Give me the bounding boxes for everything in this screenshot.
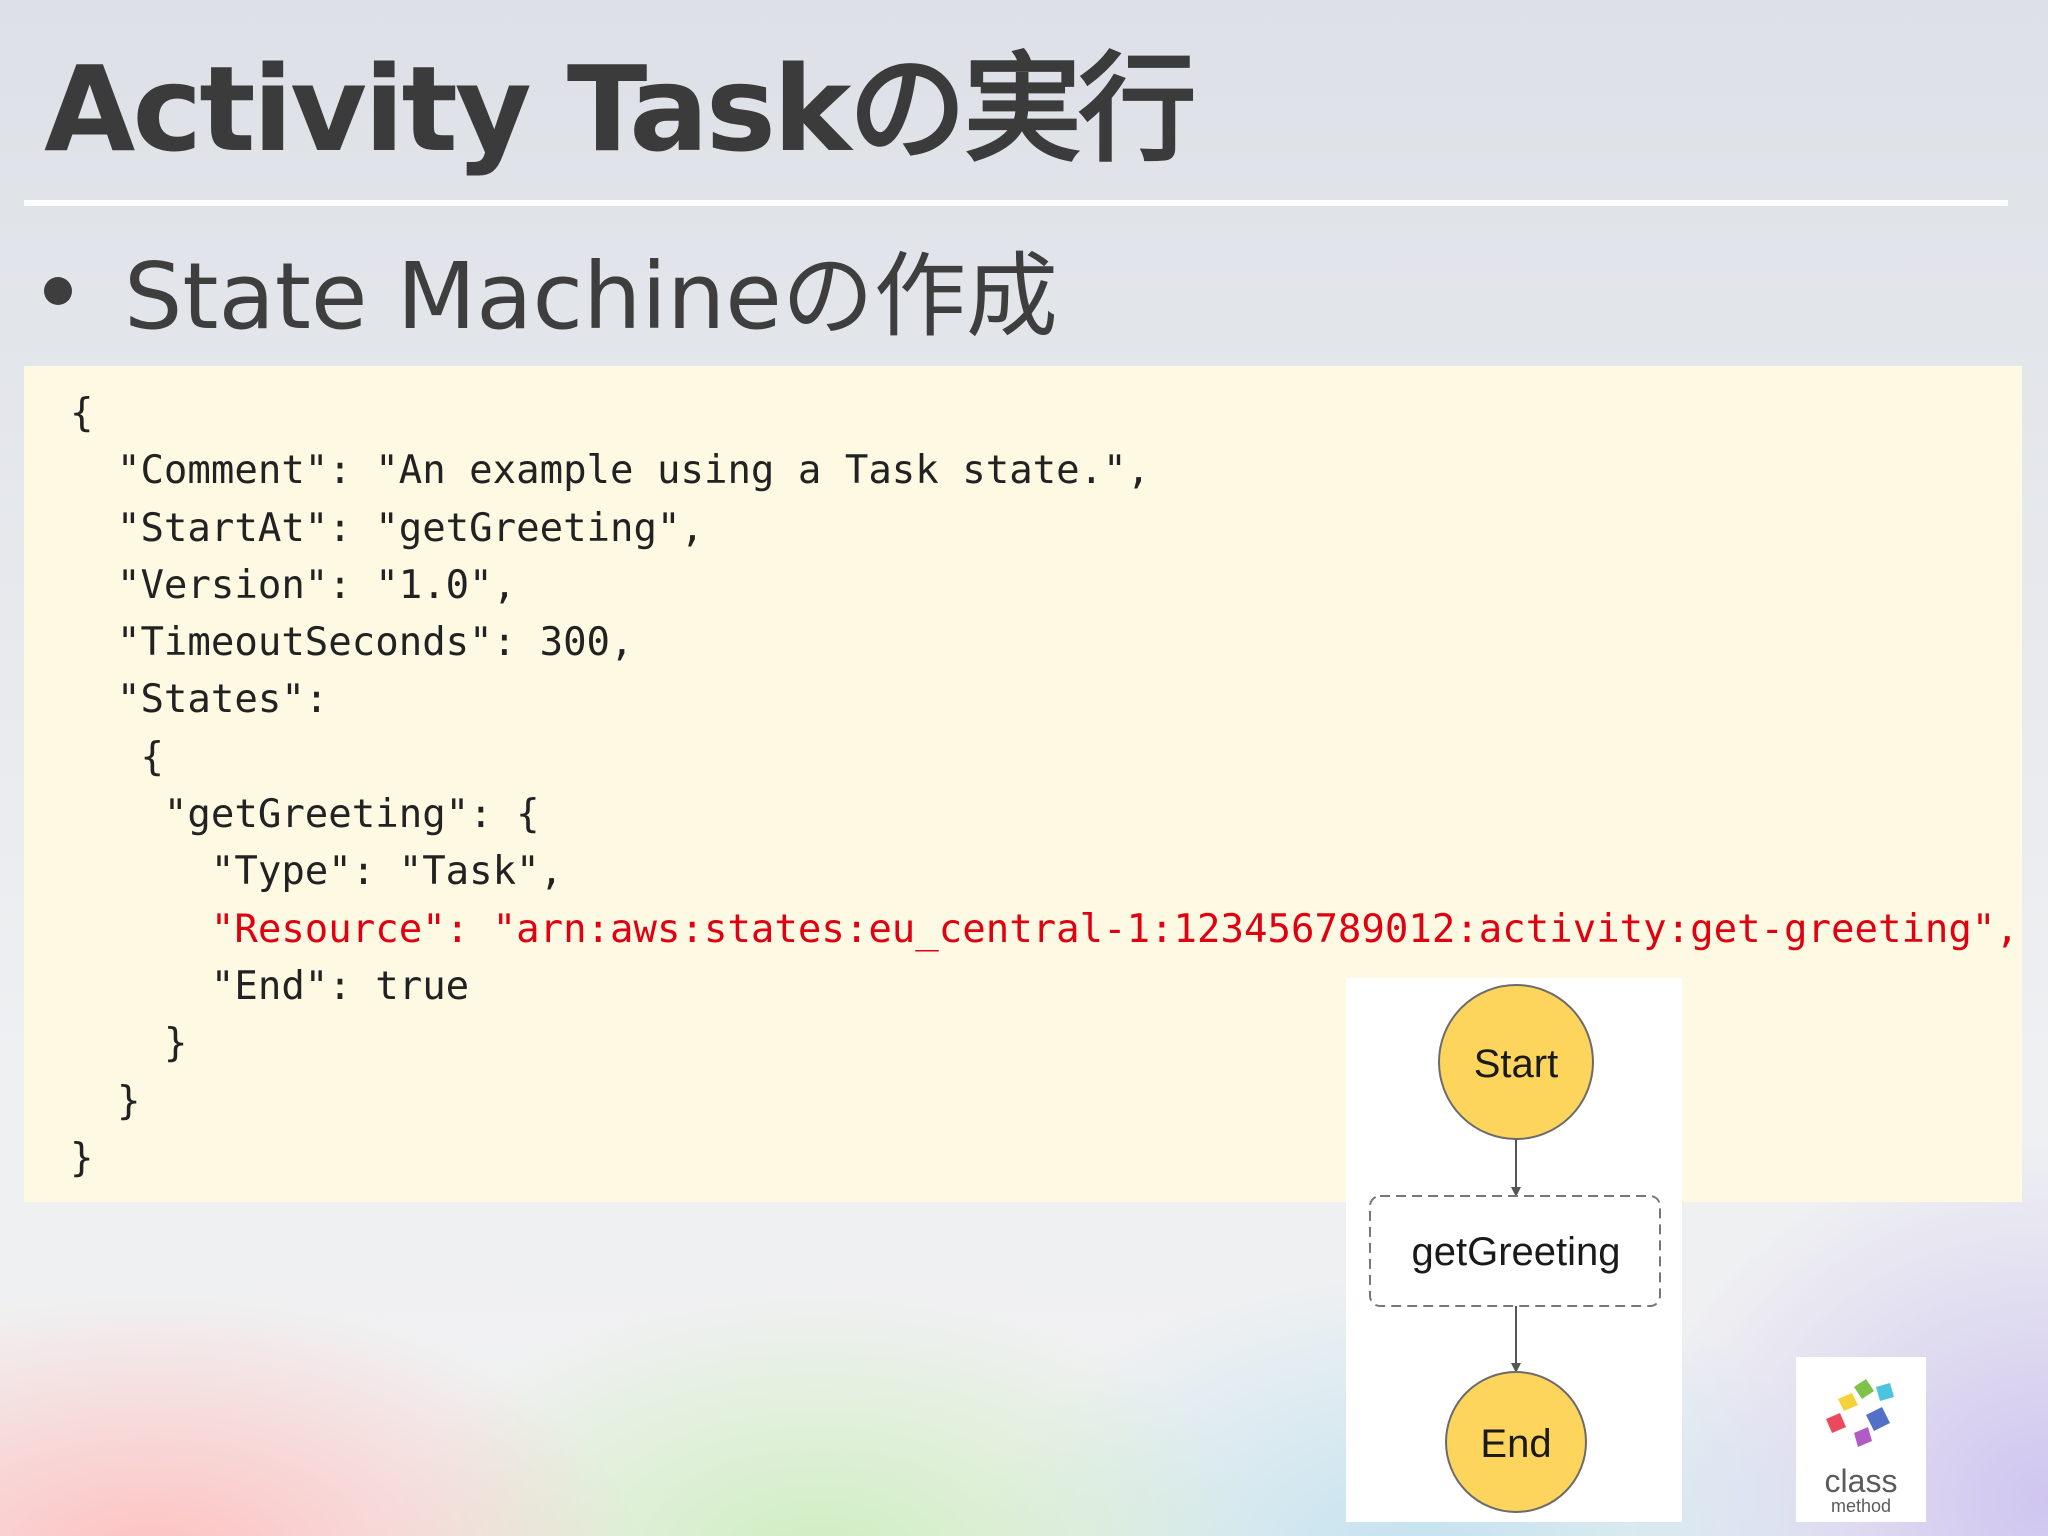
- state-machine-diagram: Start getGreeting End: [1346, 978, 1682, 1522]
- code-block: { "Comment": "An example using a Task st…: [24, 366, 2022, 1202]
- code-line: "TimeoutSeconds": 300,: [70, 620, 634, 666]
- code-line: }: [70, 1078, 141, 1124]
- code-line: "getGreeting": {: [70, 792, 540, 838]
- logo-mark-icon: [1826, 1379, 1894, 1447]
- start-node: Start: [1438, 984, 1594, 1140]
- code-line-highlighted: "Resource": "arn:aws:states:eu_central-1…: [70, 906, 2019, 952]
- end-node-label: End: [1480, 1422, 1551, 1466]
- task-node: getGreeting: [1369, 1195, 1661, 1307]
- code-line: }: [70, 1021, 188, 1067]
- code-line: {: [70, 734, 164, 780]
- classmethod-logo: class method: [1796, 1357, 1926, 1522]
- code-line: "Comment": "An example using a Task stat…: [70, 448, 1151, 494]
- code-line: "End": true: [70, 963, 470, 1009]
- logo-text-method: method: [1830, 1496, 1892, 1516]
- task-node-label: getGreeting: [1411, 1230, 1620, 1274]
- code-line: }: [70, 1135, 94, 1181]
- logo-text-class: class: [1824, 1463, 1898, 1499]
- code-line: "StartAt": "getGreeting",: [70, 505, 704, 551]
- code-line: "Version": "1.0",: [70, 562, 517, 608]
- slide-title: Activity Taskの実行: [44, 40, 1197, 178]
- code-line: "Type": "Task",: [70, 849, 564, 895]
- code-lines: { "Comment": "An example using a Task st…: [70, 385, 2019, 1187]
- start-node-label: Start: [1474, 1042, 1558, 1086]
- title-divider: [24, 200, 2008, 206]
- code-line: {: [70, 391, 94, 436]
- diagram-canvas: Start getGreeting End: [1369, 984, 1661, 1513]
- end-node: End: [1445, 1371, 1587, 1513]
- bullet-item: State Machineの作成: [44, 228, 1058, 350]
- code-line: "States":: [70, 677, 329, 723]
- bullet-text: State Machineの作成: [124, 242, 1058, 350]
- bullet-icon: [44, 277, 72, 305]
